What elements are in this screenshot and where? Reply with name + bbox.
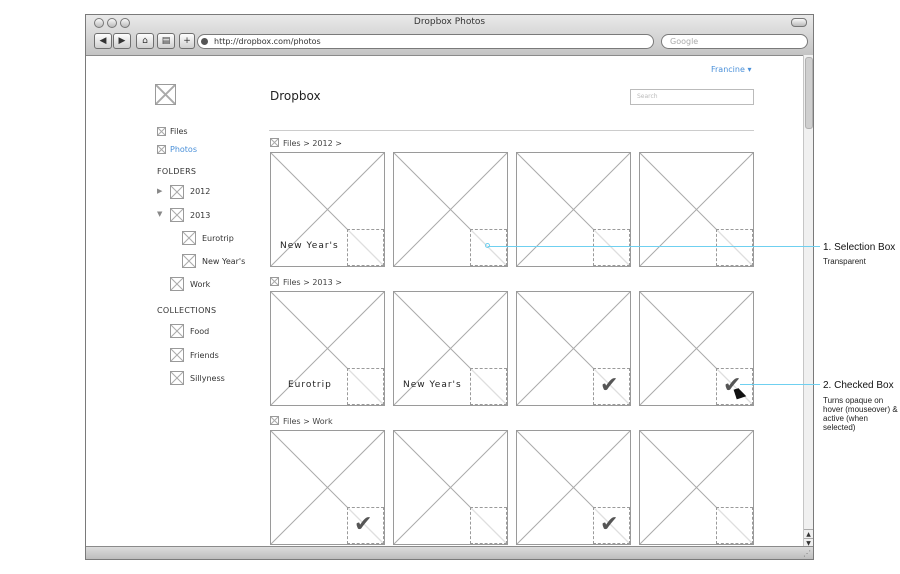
selection-box[interactable] — [470, 507, 507, 544]
expand-arrow-icon[interactable]: ▶ — [157, 187, 162, 195]
folder-placeholder-icon — [182, 231, 196, 245]
breadcrumb[interactable]: Files > 2013 > — [283, 278, 342, 287]
url-field[interactable]: http://dropbox.com/photos — [197, 34, 654, 49]
add-bookmark-icon[interactable]: + — [179, 33, 195, 49]
selection-box[interactable] — [347, 368, 384, 405]
status-bar: ⋰ — [86, 546, 813, 559]
folder-placeholder-icon — [170, 277, 184, 291]
folder-2012[interactable]: 2012 — [190, 187, 210, 196]
selection-box[interactable] — [593, 229, 630, 266]
logo-placeholder — [155, 84, 176, 105]
scroll-thumb[interactable] — [805, 57, 813, 129]
annotation-pin-icon — [485, 243, 490, 248]
tile-caption: New Year's — [403, 380, 462, 390]
breadcrumb-placeholder-icon — [270, 277, 279, 286]
check-icon: ✔ — [600, 512, 619, 537]
chevron-down-icon: ▾ — [747, 65, 752, 74]
selection-box[interactable] — [716, 229, 753, 266]
check-icon: ✔ — [354, 512, 373, 537]
annotation-line — [488, 246, 820, 247]
check-icon: ✔ — [600, 373, 619, 398]
collections-heading: COLLECTIONS — [157, 306, 217, 315]
forward-icon[interactable]: ▶ — [113, 33, 131, 49]
selection-box[interactable] — [716, 507, 753, 544]
photos-placeholder-icon — [157, 145, 166, 154]
collection-item[interactable]: Friends — [190, 351, 219, 360]
home-icon[interactable]: ⌂ — [136, 33, 154, 49]
toolbar-toggle-icon[interactable] — [791, 18, 807, 27]
vertical-scrollbar[interactable]: ▲ ▼ — [803, 55, 813, 548]
sidebar-item-files[interactable]: Files — [170, 127, 188, 136]
print-icon[interactable]: ▤ — [157, 33, 175, 49]
window-title: Dropbox Photos — [413, 17, 486, 27]
folder-placeholder-icon — [170, 208, 184, 222]
resize-grip-icon[interactable]: ⋰ — [803, 549, 811, 558]
user-name: Francine — [711, 65, 745, 74]
folder-eurotrip[interactable]: Eurotrip — [202, 234, 234, 243]
search-input[interactable]: Search — [630, 89, 754, 105]
collection-item[interactable]: Food — [190, 327, 209, 336]
globe-icon — [201, 38, 208, 45]
breadcrumb[interactable]: Files > Work — [283, 417, 333, 426]
tile-caption: New Year's — [280, 241, 339, 251]
sidebar-item-photos[interactable]: Photos — [170, 145, 197, 154]
breadcrumb[interactable]: Files > 2012 > — [283, 139, 342, 148]
back-icon[interactable]: ◀ — [94, 33, 112, 49]
user-menu[interactable]: Francine ▾ — [711, 65, 751, 74]
tile-caption: Eurotrip — [288, 380, 332, 390]
folder-placeholder-icon — [170, 185, 184, 199]
collection-placeholder-icon — [170, 371, 184, 385]
folder-2013[interactable]: 2013 — [190, 211, 210, 220]
folders-heading: FOLDERS — [157, 167, 197, 176]
folder-new-years[interactable]: New Year's — [202, 257, 245, 266]
selection-box[interactable] — [347, 229, 384, 266]
collection-placeholder-icon — [170, 324, 184, 338]
annotation-title: 1. Selection Box — [823, 242, 896, 253]
breadcrumb-placeholder-icon — [270, 416, 279, 425]
collapse-arrow-icon[interactable]: ▼ — [157, 210, 162, 218]
annotation-desc: Turns opaque on hover (mouseover) & acti… — [823, 396, 898, 432]
folder-work[interactable]: Work — [190, 280, 210, 289]
breadcrumb-placeholder-icon — [270, 138, 279, 147]
page-title: Dropbox — [270, 89, 321, 103]
selection-box[interactable] — [470, 368, 507, 405]
annotation-line — [740, 384, 820, 385]
collection-item[interactable]: Sillyness — [190, 374, 225, 383]
annotation-title: 2. Checked Box — [823, 380, 894, 391]
annotation-desc: Transparent — [823, 257, 866, 266]
collection-placeholder-icon — [170, 348, 184, 362]
header-divider — [269, 130, 754, 131]
files-placeholder-icon — [157, 127, 166, 136]
folder-placeholder-icon — [182, 254, 196, 268]
title-bar: Dropbox Photos ◀ ▶ ⌂ ▤ + http://dropbox.… — [86, 15, 813, 56]
google-search-field[interactable]: Google — [661, 34, 808, 49]
